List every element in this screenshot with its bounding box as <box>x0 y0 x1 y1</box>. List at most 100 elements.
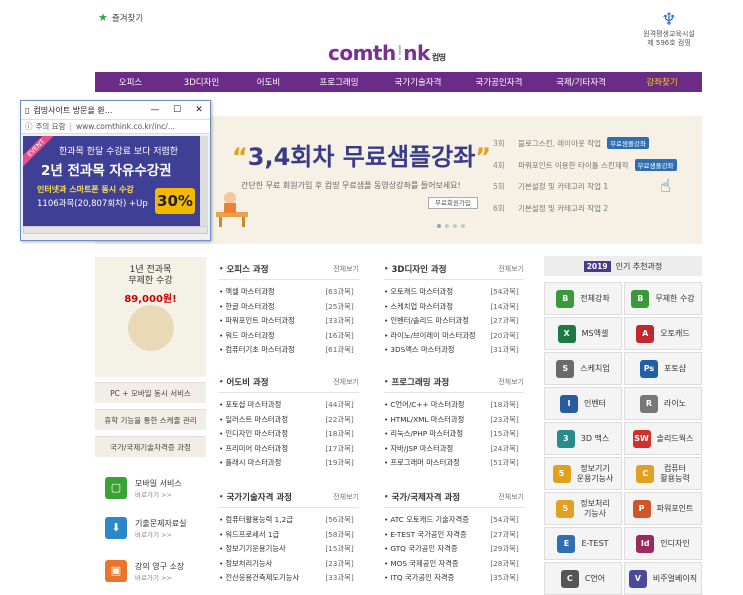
course-section-title[interactable]: • 3D디자인 과정 <box>384 263 447 275</box>
minimize-icon[interactable]: — <box>144 105 166 115</box>
course-item[interactable]: • GTQ 국가공인 자격증 [29과목] <box>384 544 524 559</box>
course-item[interactable]: • 컴퓨터활용능력 1,2급 [56과목] <box>219 515 359 530</box>
sidebar-service-permanent[interactable]: ▣ 강의 영구 소장 바로가기 >> <box>105 557 203 585</box>
banner-row[interactable]: 6회 기본설정 및 카테고리 작업 2 <box>493 203 608 214</box>
course-item[interactable]: • 프로그래머 마스터과정 [51과목] <box>384 458 524 473</box>
course-item[interactable]: • 워드 마스터과정 [16과목] <box>219 331 359 346</box>
popup-window[interactable]: ▯ 컴띵사이트 방문을 환... — ☐ ✕ ⓘ 주의 요함 | www.com… <box>20 100 211 241</box>
course-item[interactable]: • 오토캐드 마스터과정 [54과목] <box>384 287 524 302</box>
course-item[interactable]: • 3DS맥스 마스터과정 [31과목] <box>384 345 524 360</box>
course-item[interactable]: • 프리미어 마스터과정 [17과목] <box>219 444 359 459</box>
free-sample-tag[interactable]: 무료샘플강좌 <box>607 137 649 149</box>
sidebar-service-mobile[interactable]: ▢ 모바일 서비스 바로가기 >> <box>105 474 203 502</box>
recommend-course[interactable]: C 컴퓨터 활용능력 <box>624 457 702 490</box>
free-sample-tag[interactable]: 무료샘플강좌 <box>634 159 677 171</box>
nav-item-international[interactable]: 국제/기타자격 <box>540 76 622 88</box>
course-item[interactable]: • 스케치업 마스터과정 [14과목] <box>384 302 524 317</box>
sidebar-service-exam-archive[interactable]: ⬇ 기출문제자료실 바로가기 >> <box>105 514 203 542</box>
course-item[interactable]: • 정보기기운용기능사 [15과목] <box>219 544 359 559</box>
recommend-course[interactable]: 3 3D 맥스 <box>544 422 622 455</box>
banner-dot[interactable] <box>437 224 441 228</box>
nav-item-adobe[interactable]: 어도비 <box>237 76 300 88</box>
free-signup-button[interactable]: 무료회원가입 <box>428 197 478 209</box>
course-item[interactable]: • 엑셀 마스터과정 [63과목] <box>219 287 359 302</box>
nav-item-national-public[interactable]: 국가공인자격 <box>458 76 540 88</box>
course-item[interactable]: • C언어/C++ 마스터과정 [18과목] <box>384 400 524 415</box>
course-item[interactable]: • MOS 국제공인 자격증 [28과목] <box>384 559 524 574</box>
banner-dot[interactable] <box>453 224 457 228</box>
recommend-course[interactable]: C C언어 <box>544 562 622 595</box>
banner-title[interactable]: “3,4회차 무료샘플강좌” <box>232 137 491 172</box>
site-logo[interactable]: comth!nk 컴띵 <box>328 41 446 65</box>
maximize-icon[interactable]: ☐ <box>166 105 188 115</box>
course-item[interactable]: • ITQ 국가공인 자격증 [35과목] <box>384 573 524 588</box>
view-all-link[interactable]: 전체보기 <box>498 377 524 387</box>
view-all-link[interactable]: 전체보기 <box>498 264 524 274</box>
course-section-title[interactable]: • 프로그래밍 과정 <box>384 376 449 388</box>
popup-titlebar[interactable]: ▯ 컴띵사이트 방문을 환... — ☐ ✕ <box>21 101 210 119</box>
popup-address-bar[interactable]: ⓘ 주의 요함 | www.comthink.co.kr/inc/... <box>21 119 210 134</box>
banner-row[interactable]: 3회 블로그스킨, 레이아웃 작업 무료샘플강좌 <box>493 137 649 149</box>
view-all-link[interactable]: 전체보기 <box>333 377 359 387</box>
recommend-course[interactable]: E E-TEST <box>544 527 622 560</box>
view-all-link[interactable]: 전체보기 <box>498 492 524 502</box>
recommend-course[interactable]: 5 정보기기 운용기능사 <box>544 457 622 490</box>
recommend-course[interactable]: B 전체강좌 <box>544 282 622 315</box>
sidebar-menu-certs[interactable]: 국가/국제기술자격증 과정 <box>95 436 206 457</box>
popup-event-banner[interactable]: EVENT 한과목 한달 수강료 보다 저렴한 2년 전과목 자유수강권 인터넷… <box>23 136 208 226</box>
course-count: [15과목] <box>325 544 354 553</box>
course-section-title[interactable]: • 국가/국제자격 과정 <box>384 491 460 503</box>
close-icon[interactable]: ✕ <box>188 105 210 115</box>
recommend-course[interactable]: X MS엑셀 <box>544 317 622 350</box>
popup-vertical-scrollbar[interactable] <box>200 136 208 226</box>
view-all-link[interactable]: 전체보기 <box>333 492 359 502</box>
course-item[interactable]: • 리눅스/PHP 마스터과정 [15과목] <box>384 429 524 444</box>
course-section-title[interactable]: • 국가기술자격 과정 <box>219 491 292 503</box>
recommend-course[interactable]: V 비주얼베이직 <box>624 562 702 595</box>
course-item[interactable]: • 정보처리기능사 [23과목] <box>219 559 359 574</box>
course-item[interactable]: • 컴퓨터기초 마스터과정 [61과목] <box>219 345 359 360</box>
nav-item-national-tech[interactable]: 국가기술자격 <box>378 76 458 88</box>
sidebar-menu-leave[interactable]: 휴학 기능을 통한 스케줄 관리 <box>95 409 206 430</box>
view-all-link[interactable]: 전체보기 <box>333 264 359 274</box>
recommend-course[interactable]: A 오토캐드 <box>624 317 702 350</box>
recommend-course[interactable]: R 라이노 <box>624 387 702 420</box>
course-item[interactable]: • 파워포인트 마스터과정 [33과목] <box>219 316 359 331</box>
banner-dot[interactable] <box>461 224 465 228</box>
course-item[interactable]: • E-TEST 국가공인 자격증 [27과목] <box>384 530 524 545</box>
course-item[interactable]: • 인벤터/솔리드 마스터과정 [27과목] <box>384 316 524 331</box>
bullet-icon: • <box>219 443 224 453</box>
nav-item-course-search[interactable]: 강좌찾기 <box>622 76 702 88</box>
recommend-course[interactable]: 5 정보처리 기능사 <box>544 492 622 525</box>
favorites-link[interactable]: ★ 즐겨찾기 <box>98 11 143 24</box>
recommend-course[interactable]: SW 솔리드웍스 <box>624 422 702 455</box>
banner-row[interactable]: 4회 파워포인트 이용한 타이틀 스킨제작 무료샘플강좌 <box>493 159 677 171</box>
recommend-course[interactable]: Ps 포토샵 <box>624 352 702 385</box>
course-item[interactable]: • 플래시 마스터과정 [19과목] <box>219 458 359 473</box>
nav-item-office[interactable]: 오피스 <box>95 76 166 88</box>
nav-item-3d[interactable]: 3D디자인 <box>166 76 237 88</box>
course-item[interactable]: • 일러스트 마스터과정 [22과목] <box>219 415 359 430</box>
course-item[interactable]: • 라이노/브이레이 마스터과정 [20과목] <box>384 331 524 346</box>
course-item[interactable]: • 자바/JSP 마스터과정 [24과목] <box>384 444 524 459</box>
popup-horizontal-scrollbar[interactable] <box>23 226 208 234</box>
recommend-course[interactable]: B 무제한 수강 <box>624 282 702 315</box>
banner-dot[interactable] <box>445 224 449 228</box>
course-section-title[interactable]: • 어도비 과정 <box>219 376 269 388</box>
sidebar-menu-pc-mobile[interactable]: PC + 모바일 동시 서비스 <box>95 382 206 403</box>
banner-row[interactable]: 5회 기본설정 및 카테고리 작업 1 <box>493 181 608 192</box>
nav-item-programming[interactable]: 프로그래밍 <box>300 76 378 88</box>
course-item[interactable]: • HTML/XML 마스터과정 [23과목] <box>384 415 524 430</box>
recommend-course[interactable]: P 파워포인트 <box>624 492 702 525</box>
course-item[interactable]: • 전산응용건축제도기능사 [33과목] <box>219 573 359 588</box>
recommend-course[interactable]: S 스케치업 <box>544 352 622 385</box>
course-item[interactable]: • 워드프로세서 1급 [58과목] <box>219 530 359 545</box>
bullet-icon: • <box>384 316 389 325</box>
course-item[interactable]: • 인디자인 마스터과정 [18과목] <box>219 429 359 444</box>
recommend-course[interactable]: Id 인디자인 <box>624 527 702 560</box>
course-item[interactable]: • 한글 마스터과정 [25과목] <box>219 302 359 317</box>
course-section-title[interactable]: • 오피스 과정 <box>219 263 269 275</box>
course-item[interactable]: • ATC 오토캐드 기술자격증 [54과목] <box>384 515 524 530</box>
course-item[interactable]: • 포토샵 마스터과정 [44과목] <box>219 400 359 415</box>
recommend-course[interactable]: I 인벤터 <box>544 387 622 420</box>
